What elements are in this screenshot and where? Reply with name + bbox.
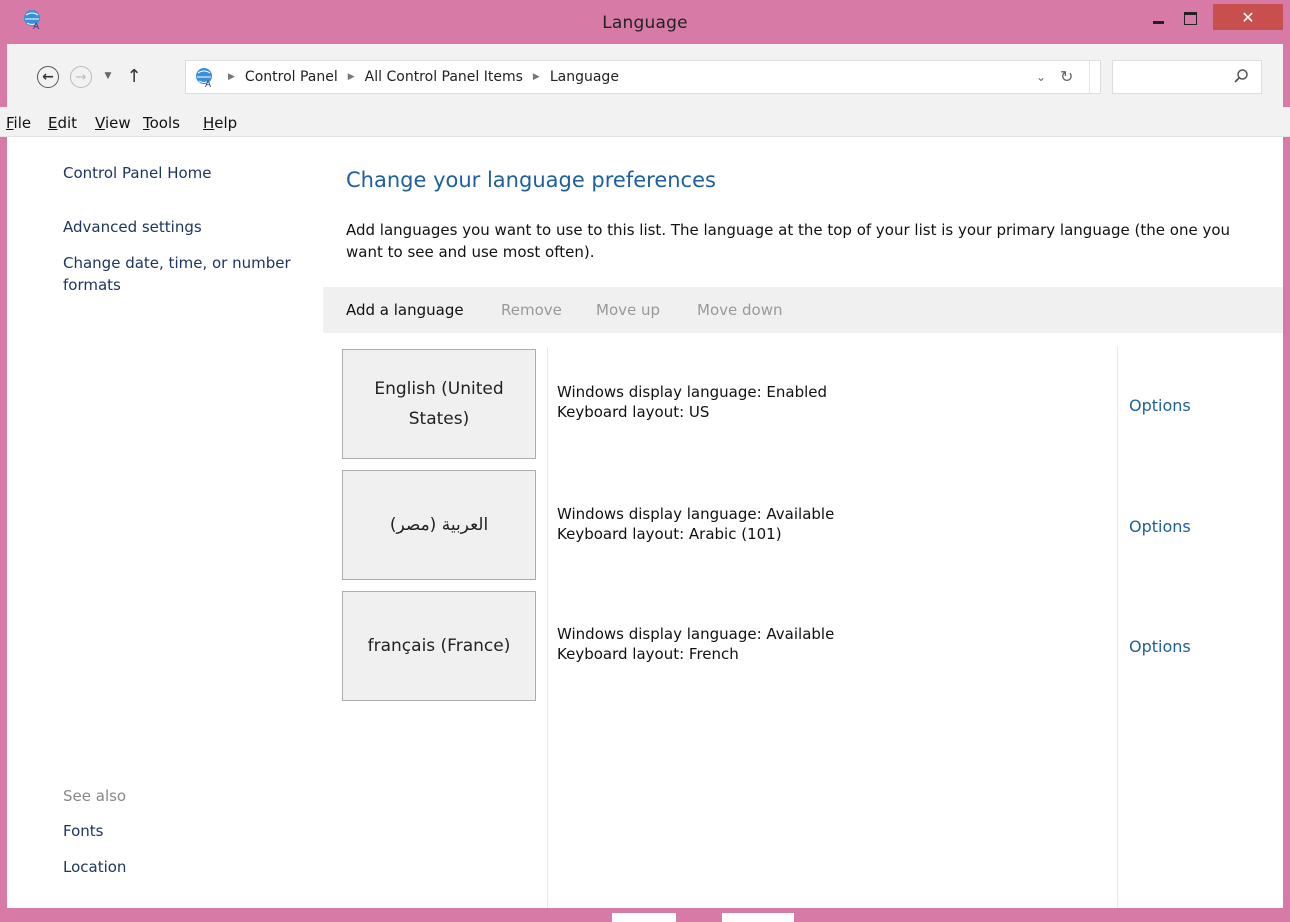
menu-edit[interactable]: Edit	[48, 114, 77, 132]
menu-view[interactable]: View	[95, 114, 131, 132]
language-name: français (France)	[367, 636, 511, 656]
keyboard-layout: Keyboard layout: French	[557, 645, 739, 663]
breadcrumb-language[interactable]: Language	[550, 69, 619, 85]
menu-help-label: elp	[214, 114, 238, 132]
menu-view-label: iew	[104, 114, 131, 132]
language-tile-english[interactable]: English (United States)	[342, 349, 536, 459]
see-also-heading: See also	[63, 787, 127, 805]
minimize-icon	[1153, 21, 1164, 24]
options-link-arabic[interactable]: Options	[1129, 517, 1191, 536]
address-dropdown-button[interactable]: ⌄	[1036, 70, 1050, 84]
language-name: العربية (مصر)	[389, 515, 489, 535]
options-link-english[interactable]: Options	[1129, 396, 1191, 415]
display-language-status: Windows display language: Available	[557, 505, 835, 523]
page-description: Add languages you want to use to this li…	[346, 221, 1231, 261]
breadcrumb-separator-icon[interactable]: ▶	[348, 72, 355, 82]
display-language-status: Windows display language: Available	[557, 625, 835, 643]
breadcrumb-separator-icon[interactable]: ▶	[533, 72, 540, 82]
language-toolbar: Add a language Remove Move up Move down	[323, 287, 1283, 333]
sidebar-advanced-settings[interactable]: Advanced settings	[63, 216, 202, 238]
menu-edit-label: dit	[57, 114, 78, 132]
remove-button[interactable]: Remove	[501, 301, 562, 319]
keyboard-layout: Keyboard layout: US	[557, 403, 710, 421]
address-bar: ← → ▼ ↑ A ▶ Control Panel ▶ All Control …	[7, 44, 1283, 112]
menu-tools[interactable]: Tools	[143, 114, 180, 132]
taskbar-fragment	[612, 913, 676, 922]
breadcrumb-control-panel[interactable]: Control Panel	[245, 69, 338, 85]
forward-button[interactable]: →	[70, 66, 92, 88]
close-button[interactable]: ✕	[1213, 4, 1283, 30]
title-bar: A Language ✕	[0, 0, 1290, 44]
divider	[1089, 61, 1090, 93]
breadcrumb-separator-icon[interactable]: ▶	[228, 72, 235, 82]
refresh-button[interactable]: ↻	[1060, 67, 1078, 86]
language-info-french: Windows display language: Available Keyb…	[557, 624, 834, 664]
menu-tools-mnemonic: T	[143, 114, 150, 132]
move-up-button[interactable]: Move up	[596, 301, 660, 319]
menu-file-label: ile	[13, 114, 32, 132]
menu-help[interactable]: Help	[203, 114, 237, 132]
menu-tools-label: ools	[149, 114, 180, 132]
move-down-button[interactable]: Move down	[697, 301, 782, 319]
main-content: Control Panel Home Advanced settings Cha…	[7, 137, 1283, 908]
language-name: English (United States)	[374, 379, 504, 429]
column-divider	[1117, 347, 1118, 908]
add-language-button[interactable]: Add a language	[346, 301, 464, 319]
keyboard-layout: Keyboard layout: Arabic (101)	[557, 525, 782, 543]
menu-bar: File Edit View Tools Help	[0, 107, 1290, 137]
arrow-right-icon: →	[75, 69, 87, 85]
close-icon: ✕	[1241, 7, 1255, 27]
back-button[interactable]: ←	[37, 66, 59, 88]
minimize-button[interactable]	[1144, 5, 1172, 33]
chevron-down-icon: ▼	[104, 71, 112, 81]
language-window: A Language ✕ ← → ▼ ↑ A ▶ Control Panel ▶…	[0, 0, 1290, 922]
window-title: Language	[602, 13, 688, 33]
language-globe-icon: A	[196, 68, 212, 88]
chevron-down-icon: ⌄	[1036, 70, 1047, 84]
menu-help-mnemonic: H	[203, 114, 215, 132]
search-input[interactable]	[1112, 60, 1262, 94]
maximize-button[interactable]	[1176, 5, 1206, 33]
arrow-up-icon: ↑	[126, 65, 142, 87]
sidebar-change-date-formats[interactable]: Change date, time, or number formats	[63, 252, 313, 296]
menu-file[interactable]: File	[6, 114, 31, 132]
language-info-english: Windows display language: Enabled Keyboa…	[557, 382, 827, 422]
options-link-french[interactable]: Options	[1129, 637, 1191, 656]
svg-text:A: A	[205, 80, 212, 88]
sidebar-location[interactable]: Location	[63, 856, 126, 878]
breadcrumb-all-items[interactable]: All Control Panel Items	[365, 69, 523, 85]
language-tile-arabic[interactable]: العربية (مصر)	[342, 470, 536, 580]
arrow-left-icon: ←	[42, 69, 54, 85]
language-tile-french[interactable]: français (France)	[342, 591, 536, 701]
language-info-arabic: Windows display language: Available Keyb…	[557, 504, 834, 544]
column-divider	[547, 347, 548, 908]
recent-locations-button[interactable]: ▼	[102, 66, 114, 86]
sidebar-fonts[interactable]: Fonts	[63, 820, 103, 842]
display-language-status: Windows display language: Enabled	[557, 383, 828, 401]
refresh-icon: ↻	[1060, 67, 1074, 86]
maximize-icon	[1184, 12, 1197, 25]
sidebar-control-panel-home[interactable]: Control Panel Home	[63, 162, 212, 184]
up-button[interactable]: ↑	[124, 64, 144, 88]
search-icon	[1234, 69, 1248, 83]
menu-file-mnemonic: F	[6, 114, 14, 132]
address-path-box[interactable]: A ▶ Control Panel ▶ All Control Panel It…	[185, 60, 1101, 94]
breadcrumb: ▶ Control Panel ▶ All Control Panel Item…	[218, 69, 619, 85]
menu-view-mnemonic: V	[95, 114, 105, 132]
page-title: Change your language preferences	[346, 168, 716, 192]
taskbar-fragment	[722, 913, 794, 922]
